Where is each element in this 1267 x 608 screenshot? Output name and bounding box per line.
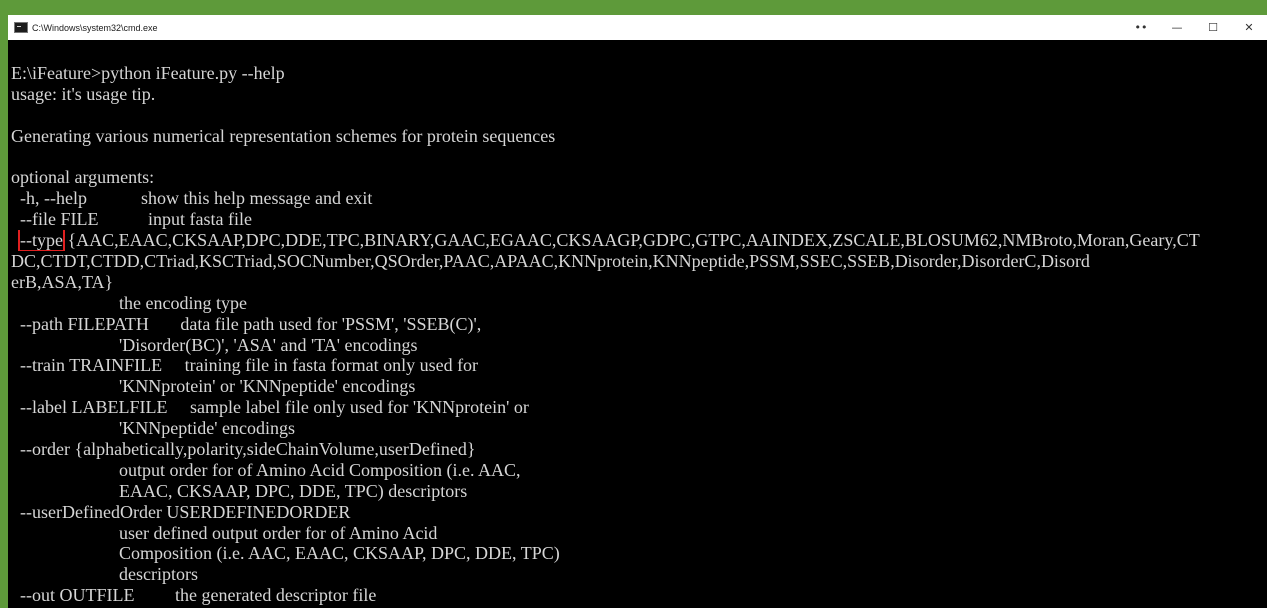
window-controls: •• — ☐ ✕ bbox=[1123, 15, 1267, 40]
console-line: --userDefinedOrder USERDEFINEDORDER bbox=[11, 501, 351, 522]
title-bar[interactable]: C:\Windows\system32\cmd.exe •• — ☐ ✕ bbox=[8, 15, 1267, 40]
console-line: 'KNNprotein' or 'KNNpeptide' encodings bbox=[11, 376, 416, 397]
close-button[interactable]: ✕ bbox=[1231, 15, 1267, 40]
console-line: --file FILE input fasta file bbox=[11, 209, 252, 230]
cmd-window: C:\Windows\system32\cmd.exe •• — ☐ ✕ E:\… bbox=[8, 15, 1267, 608]
console-line: --label LABELFILE sample label file only… bbox=[11, 397, 529, 418]
console-line: --train TRAINFILE training file in fasta… bbox=[11, 355, 479, 376]
console-line: --out OUTFILE the generated descriptor f… bbox=[11, 585, 377, 606]
console-line: DC,CTDT,CTDD,CTriad,KSCTriad,SOCNumber,Q… bbox=[11, 251, 1090, 272]
console-line: usage: it's usage tip. bbox=[11, 83, 156, 104]
maximize-button[interactable]: ☐ bbox=[1195, 15, 1231, 40]
console-line: descriptors bbox=[11, 564, 198, 585]
console-line: Generating various numerical representat… bbox=[11, 125, 556, 146]
console-line: EAAC, CKSAAP, DPC, DDE, TPC) descriptors bbox=[11, 480, 468, 501]
console-line: 'KNNpeptide' encodings bbox=[11, 418, 295, 439]
extra-options-icon[interactable]: •• bbox=[1123, 15, 1159, 40]
console-line: output order for of Amino Acid Compositi… bbox=[11, 459, 521, 480]
console-line: E:\iFeature>python iFeature.py --help bbox=[11, 63, 285, 83]
console-line: 'Disorder(BC)', 'ASA' and 'TA' encodings bbox=[11, 334, 418, 355]
type-line-indent bbox=[11, 230, 20, 250]
console-output[interactable]: E:\iFeature>python iFeature.py --help usa… bbox=[11, 63, 1265, 606]
window-title: C:\Windows\system32\cmd.exe bbox=[32, 22, 158, 33]
console-line: erB,ASA,TA} bbox=[11, 271, 114, 292]
type-flag-highlight: --type bbox=[18, 230, 65, 252]
console-line: user defined output order for of Amino A… bbox=[11, 522, 438, 543]
cmd-app-icon bbox=[14, 22, 28, 33]
console-line: --order {alphabetically,polarity,sideCha… bbox=[11, 439, 476, 460]
console-line: -h, --help show this help message and ex… bbox=[11, 188, 373, 209]
console-line: optional arguments: bbox=[11, 167, 155, 188]
console-line-type-option: --type {AAC,EAAC,CKSAAP,DPC,DDE,TPC,BINA… bbox=[11, 230, 1265, 252]
type-choices: {AAC,EAAC,CKSAAP,DPC,DDE,TPC,BINARY,GAAC… bbox=[62, 230, 1200, 251]
console-line: the encoding type bbox=[11, 292, 247, 313]
console-line: --path FILEPATH data file path used for … bbox=[11, 313, 482, 334]
minimize-button[interactable]: — bbox=[1159, 15, 1195, 40]
console-line: Composition (i.e. AAC, EAAC, CKSAAP, DPC… bbox=[11, 543, 560, 564]
